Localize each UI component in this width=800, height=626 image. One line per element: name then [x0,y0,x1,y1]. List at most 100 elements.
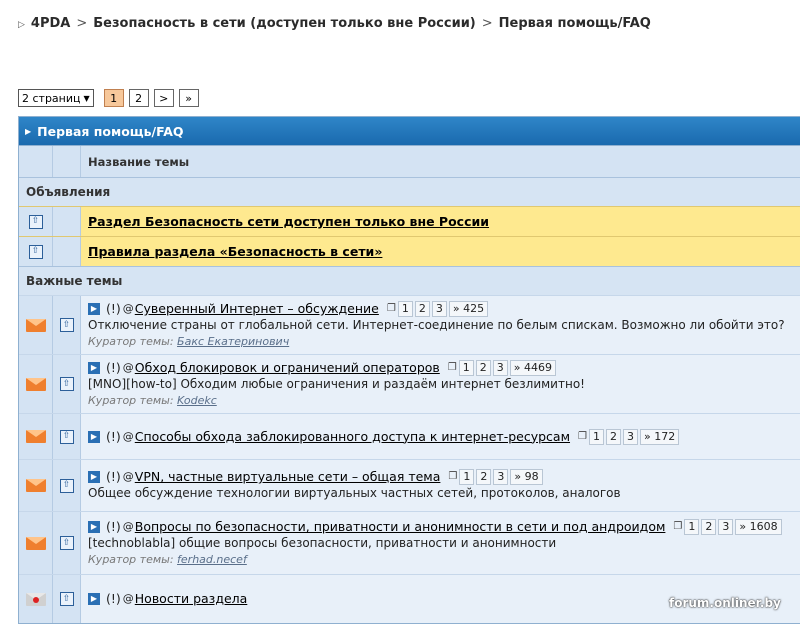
topic-title-link[interactable]: Новости раздела [135,591,248,607]
column-header-row: Название темы [19,145,800,177]
announcement-icon: ⇧ [28,244,43,259]
pinned-icon: ⇧ [59,592,74,606]
topic-page-link[interactable]: 1 [459,469,475,485]
topic-title-link[interactable]: Обход блокировок и ограничений операторо… [135,360,440,376]
topic-prefix: (!) [106,428,121,444]
envelope-icon[interactable] [25,536,46,550]
column-title[interactable]: Название темы [81,146,800,177]
announcement-link[interactable]: Правила раздела «Безопасность в сети» [88,244,800,259]
topic-title-link[interactable]: Способы обхода заблокированного доступа … [135,429,570,445]
announcements-section: Объявления [19,177,800,206]
pages-icon: ❐ [673,521,683,532]
curator-link[interactable]: Kodekc [177,394,217,407]
topic-page-link[interactable]: 2 [414,301,430,317]
attachment-icon: @ [122,302,134,315]
go-to-new-icon[interactable]: ▶ [88,521,100,533]
attachment-icon: @ [122,429,134,443]
breadcrumb-current[interactable]: Первая помощь/FAQ [499,16,651,31]
go-to-new-icon[interactable]: ▶ [88,471,100,483]
topic-page-link[interactable]: 1 [397,301,413,317]
go-to-new-icon[interactable]: ▶ [88,362,100,374]
topic-pages: ❐ 1 2 3» 4469 [448,360,558,376]
curator-line: Куратор темы: Бакс Екатеринович [88,335,290,348]
page-2-button[interactable]: 2 [128,89,149,107]
topic-title-link[interactable]: Вопросы по безопасности, приватности и а… [135,519,666,535]
envelope-icon[interactable] [25,318,46,332]
pages-icon: ❐ [386,303,396,314]
topic-prefix: (!) [106,301,121,316]
pinned-icon: ⇧ [59,377,74,391]
announcement-link[interactable]: Раздел Безопасность сети доступен только… [88,214,800,229]
announcement-icon: ⇧ [28,214,43,229]
envelope-icon[interactable] [25,479,46,492]
topic-prefix: (!) [106,360,121,375]
topic-prefix: (!) [106,469,121,484]
breadcrumb-root[interactable]: 4PDA [31,16,70,31]
go-to-new-icon[interactable]: ▶ [88,303,100,315]
topic-page-link[interactable]: 1 [684,519,700,535]
topic-page-link[interactable]: 2 [476,469,492,485]
envelope-icon[interactable] [25,377,46,391]
topic-last-page-link[interactable]: » 425 [448,301,489,317]
attachment-icon: @ [122,592,134,605]
page-1-button[interactable]: 1 [103,89,124,107]
curator-link[interactable]: Бакс Екатеринович [177,335,289,348]
announcement-row: ⇧ Раздел Безопасность сети доступен толь… [19,206,800,236]
pagination: 2 страниц ▼ 1 2 > » [18,89,204,107]
forum-title[interactable]: Первая помощь/FAQ [37,124,183,139]
topic-last-page-link[interactable]: » 98 [510,469,543,485]
topic-row: ⇧ ▶ (!) @ Обход блокировок и ограничений… [19,354,800,413]
topic-page-link[interactable]: 2 [605,428,621,445]
topic-last-page-link[interactable]: » 1608 [735,519,782,535]
topic-page-link[interactable]: 2 [701,519,717,535]
breadcrumb-separator: > [481,16,493,31]
next-page-button[interactable]: > [153,89,174,107]
curator-line: Куратор темы: ferhad.necef [88,553,247,566]
attachment-icon: @ [122,361,134,374]
topic-pages: ❐ 1 2 3» 172 [578,428,681,445]
last-page-button[interactable]: » [178,89,199,107]
topic-description: Отключение страны от глобальной сети. Ин… [88,318,785,332]
topic-page-link[interactable]: 3 [492,360,508,376]
topic-page-link[interactable]: 3 [718,519,734,535]
topic-page-link[interactable]: 1 [458,360,474,376]
pinned-icon: ⇧ [59,478,74,493]
forum-header: ▶ Первая помощь/FAQ [19,117,800,145]
topic-table: ▶ Первая помощь/FAQ Название темы Объявле… [18,116,800,624]
topic-row: ⇧ ▶ (!) @ Суверенный Интернет – обсужден… [19,295,800,354]
topic-row: ⇧ ▶ (!) @ VPN, частные виртуальные сети … [19,459,800,511]
topic-title-link[interactable]: VPN, частные виртуальные сети – общая те… [135,469,441,485]
envelope-icon[interactable] [25,430,46,443]
topic-prefix: (!) [106,591,121,606]
important-section: Важные темы [19,266,800,295]
topic-row: ⇧ ▶ (!) @ Вопросы по безопасности, прива… [19,511,800,574]
topic-last-page-link[interactable]: » 4469 [509,360,556,376]
topic-prefix: (!) [106,519,121,534]
breadcrumb-separator: > [76,16,88,31]
closed-envelope-icon[interactable] [25,592,46,606]
breadcrumb: ▷ 4PDA > Безопасность в сети (доступен толь… [18,16,651,31]
topic-last-page-link[interactable]: » 172 [639,428,680,445]
topic-description: [technoblabla] общие вопросы безопасност… [88,536,557,550]
curator-line: Куратор темы: Kodekc [88,394,217,407]
go-to-new-icon[interactable]: ▶ [88,430,100,443]
pinned-icon: ⇧ [59,536,74,550]
topic-page-link[interactable]: 3 [622,428,638,445]
topic-pages: ❐ 1 2 3» 98 [448,469,544,485]
attachment-icon: @ [122,520,134,533]
pages-icon: ❐ [447,362,457,373]
go-to-new-icon[interactable]: ▶ [88,593,100,605]
curator-link[interactable]: ferhad.necef [177,553,247,566]
pages-dropdown[interactable]: 2 страниц ▼ [18,89,94,107]
topic-page-link[interactable]: 1 [588,428,604,445]
topic-description: Общее обсуждение технологии виртуальных … [88,486,621,500]
watermark: forum.onliner.by [669,596,781,610]
topic-page-link[interactable]: 3 [431,301,447,317]
breadcrumb-forum[interactable]: Безопасность в сети (доступен только вне… [93,16,475,31]
pages-icon: ❐ [448,471,458,482]
topic-page-link[interactable]: 2 [475,360,491,376]
topic-page-link[interactable]: 3 [493,469,509,485]
topic-pages: ❐ 1 2 3» 425 [387,301,490,317]
topic-row: ⇧ ▶ (!) @ Способы обхода заблокированног… [19,413,800,459]
topic-title-link[interactable]: Суверенный Интернет – обсуждение [135,301,379,317]
